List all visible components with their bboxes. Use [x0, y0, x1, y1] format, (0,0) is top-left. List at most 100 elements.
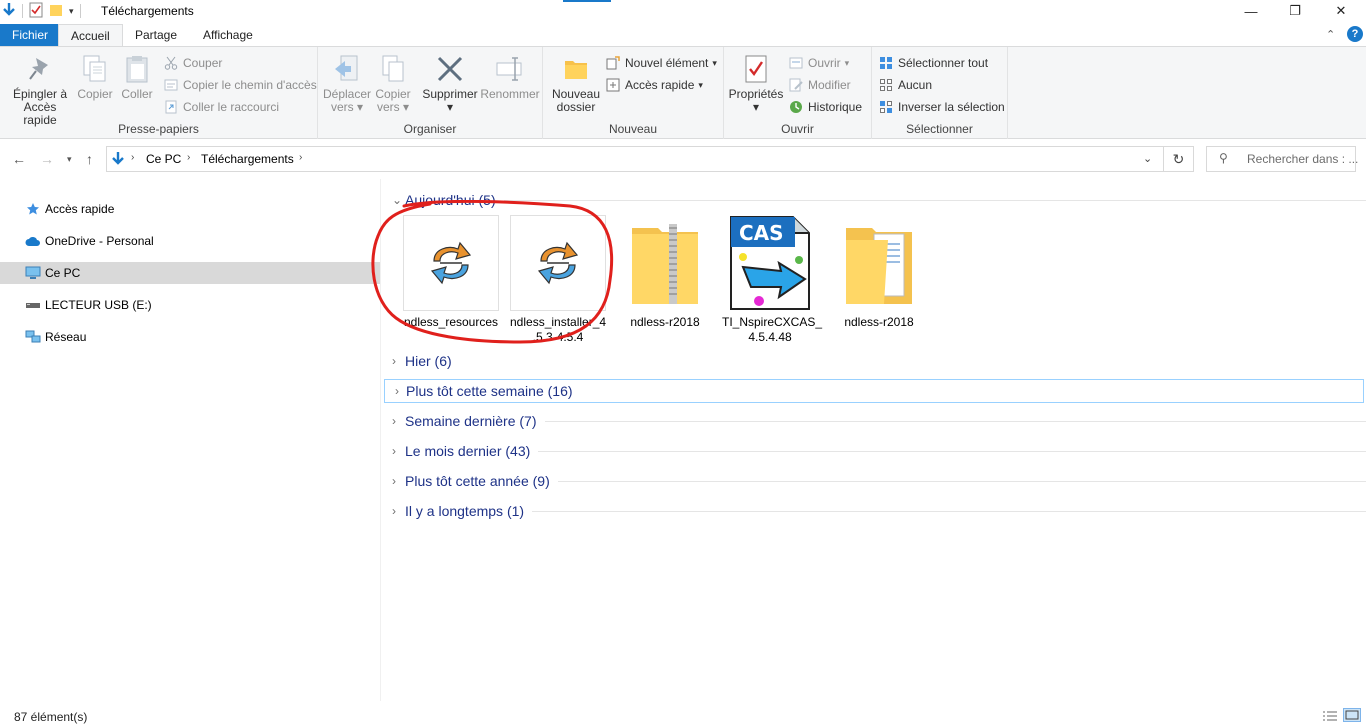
recent-locations-chevron-icon[interactable]: ▾	[67, 154, 72, 165]
chevron-right-icon: ›	[392, 414, 396, 428]
new-group: Nouveau dossier Nouvel élément ▾ Accès r…	[543, 47, 724, 139]
copy-button[interactable]: Copier	[74, 53, 116, 101]
tab-view[interactable]: Affichage	[191, 24, 265, 46]
separator	[79, 4, 81, 18]
open-group: Propriétés ▾ Ouvrir ▾ Modifier Historiqu…	[724, 47, 872, 139]
folder-icon	[831, 215, 927, 311]
properties-check-icon	[740, 53, 772, 85]
collapse-ribbon-icon[interactable]: ⌃	[1326, 28, 1335, 41]
separator	[22, 4, 23, 18]
sidebar-item-quick-access[interactable]: Accès rapide	[0, 198, 380, 220]
computer-icon	[25, 265, 41, 281]
history-button[interactable]: Historique	[788, 99, 862, 115]
sidebar-item-onedrive[interactable]: OneDrive - Personal	[0, 230, 380, 252]
new-item-button[interactable]: Nouvel élément ▾	[605, 55, 717, 71]
network-icon	[25, 329, 41, 345]
chevron-right-icon: ›	[392, 504, 396, 518]
minimize-button[interactable]: —	[1228, 0, 1274, 22]
tab-file[interactable]: Fichier	[0, 24, 61, 46]
select-none-button[interactable]: Aucun	[878, 77, 932, 93]
breadcrumb-chevron-icon[interactable]: ›	[131, 152, 134, 163]
delete-button[interactable]: Supprimer ▾	[420, 53, 480, 114]
pin-quick-access-button[interactable]: Épingler à Accès rapide	[6, 53, 74, 127]
file-item[interactable]: ndless_installer_4 .5.3-4.5.4	[510, 215, 606, 345]
cut-button[interactable]: Couper	[163, 55, 222, 71]
easy-access-button[interactable]: Accès rapide ▾	[605, 77, 703, 93]
search-input[interactable]: ⚲ Rechercher dans : ...	[1206, 146, 1358, 172]
group-header-earlier-this-year[interactable]: › Plus tôt cette année (9)	[382, 469, 1366, 493]
file-list-pane: ⌄ Aujourd'hui (5) ndless_resources ndles…	[382, 179, 1366, 701]
address-bar[interactable]: › Ce PC › Téléchargements › ⌄	[106, 146, 1164, 172]
rename-button[interactable]: Renommer	[480, 53, 540, 101]
file-item[interactable]: ndless-r2018	[831, 215, 927, 330]
installer-sync-icon	[403, 215, 499, 311]
breadcrumb-downloads[interactable]: Téléchargements	[201, 152, 294, 166]
quick-access-toolbar: ▾	[2, 2, 81, 20]
usb-drive-icon	[25, 297, 41, 313]
copy-to-button[interactable]: Copier vers ▾	[372, 53, 414, 114]
group-divider	[405, 511, 1366, 512]
forward-arrow-icon[interactable]: →	[40, 151, 54, 167]
move-to-button[interactable]: Déplacer vers ▾	[322, 53, 372, 114]
file-name-line2: .5.3-4.5.4	[532, 330, 584, 344]
title-bar: ▾ Téléchargements — ❐ ✕	[0, 0, 1366, 22]
help-icon[interactable]: ?	[1347, 26, 1363, 42]
chevron-right-icon: ›	[392, 474, 396, 488]
search-icon: ⚲	[1219, 151, 1228, 165]
pin-icon	[24, 53, 56, 85]
details-view-icon[interactable]	[1322, 710, 1338, 722]
group-header-earlier-this-week[interactable]: › Plus tôt cette semaine (16)	[384, 379, 1364, 403]
up-arrow-icon[interactable]: ↑	[86, 151, 93, 167]
cloud-icon	[25, 233, 41, 249]
edit-button[interactable]: Modifier	[788, 77, 851, 93]
file-item[interactable]: ndless-r2018	[617, 215, 713, 330]
sidebar-item-usb-drive[interactable]: LECTEUR USB (E:)	[0, 294, 380, 316]
group-divider	[405, 421, 1366, 422]
invert-selection-button[interactable]: Inverser la sélection	[878, 99, 1005, 115]
back-arrow-icon[interactable]: ←	[12, 151, 26, 167]
sidebar-item-network[interactable]: Réseau	[0, 326, 380, 348]
delete-x-icon	[434, 53, 466, 85]
maximize-button[interactable]: ❐	[1272, 0, 1318, 22]
tab-share[interactable]: Partage	[123, 24, 189, 46]
group-header-yesterday[interactable]: › Hier (6)	[382, 349, 1366, 373]
copy-path-button[interactable]: Copier le chemin d'accès	[163, 77, 317, 93]
group-header-today[interactable]: ⌄ Aujourd'hui (5)	[382, 188, 1366, 212]
star-icon	[25, 201, 41, 217]
select-none-icon	[878, 77, 894, 93]
open-button[interactable]: Ouvrir ▾	[788, 55, 849, 71]
address-history-chevron-icon[interactable]: ⌄	[1143, 152, 1152, 165]
refresh-button[interactable]: ↻	[1164, 146, 1194, 172]
tab-home[interactable]: Accueil	[58, 24, 123, 46]
download-folder-icon[interactable]	[2, 2, 16, 21]
group-divider	[405, 200, 1366, 201]
chevron-right-icon: ›	[392, 354, 396, 368]
select-all-button[interactable]: Sélectionner tout	[878, 55, 988, 71]
open-group-label: Ouvrir	[781, 122, 814, 136]
window-title: Téléchargements	[101, 4, 194, 18]
new-folder-icon[interactable]	[49, 3, 63, 20]
breadcrumb-chevron-icon[interactable]: ›	[187, 152, 190, 163]
customize-toolbar-icon[interactable]: ▾	[69, 6, 74, 17]
sidebar-item-this-pc[interactable]: Ce PC	[0, 262, 380, 284]
properties-icon[interactable]	[29, 2, 43, 21]
chevron-right-icon: ›	[392, 444, 396, 458]
large-icons-view-icon[interactable]	[1343, 708, 1361, 722]
paste-button[interactable]: Coller	[116, 53, 158, 101]
clipboard-group-label: Presse-papiers	[118, 122, 199, 136]
file-item[interactable]: CAS TI_NspireCXCAS_ 4.5.4.48	[722, 215, 823, 345]
properties-button[interactable]: Propriétés ▾	[728, 53, 784, 114]
paste-shortcut-button[interactable]: Coller le raccourci	[163, 99, 279, 115]
copy-icon	[79, 53, 111, 85]
file-item[interactable]: ndless_resources	[403, 215, 499, 330]
rename-icon	[494, 53, 526, 85]
group-header-last-month[interactable]: › Le mois dernier (43)	[382, 439, 1366, 463]
group-header-long-ago[interactable]: › Il y a longtemps (1)	[382, 499, 1366, 523]
new-folder-button[interactable]: Nouveau dossier	[551, 53, 601, 114]
refresh-icon: ↻	[1172, 150, 1185, 167]
file-name: TI_NspireCXCAS_	[722, 315, 823, 329]
close-button[interactable]: ✕	[1318, 0, 1364, 22]
breadcrumb-this-pc[interactable]: Ce PC	[146, 152, 181, 166]
group-header-last-week[interactable]: › Semaine dernière (7)	[382, 409, 1366, 433]
breadcrumb-chevron-icon[interactable]: ›	[299, 152, 302, 163]
